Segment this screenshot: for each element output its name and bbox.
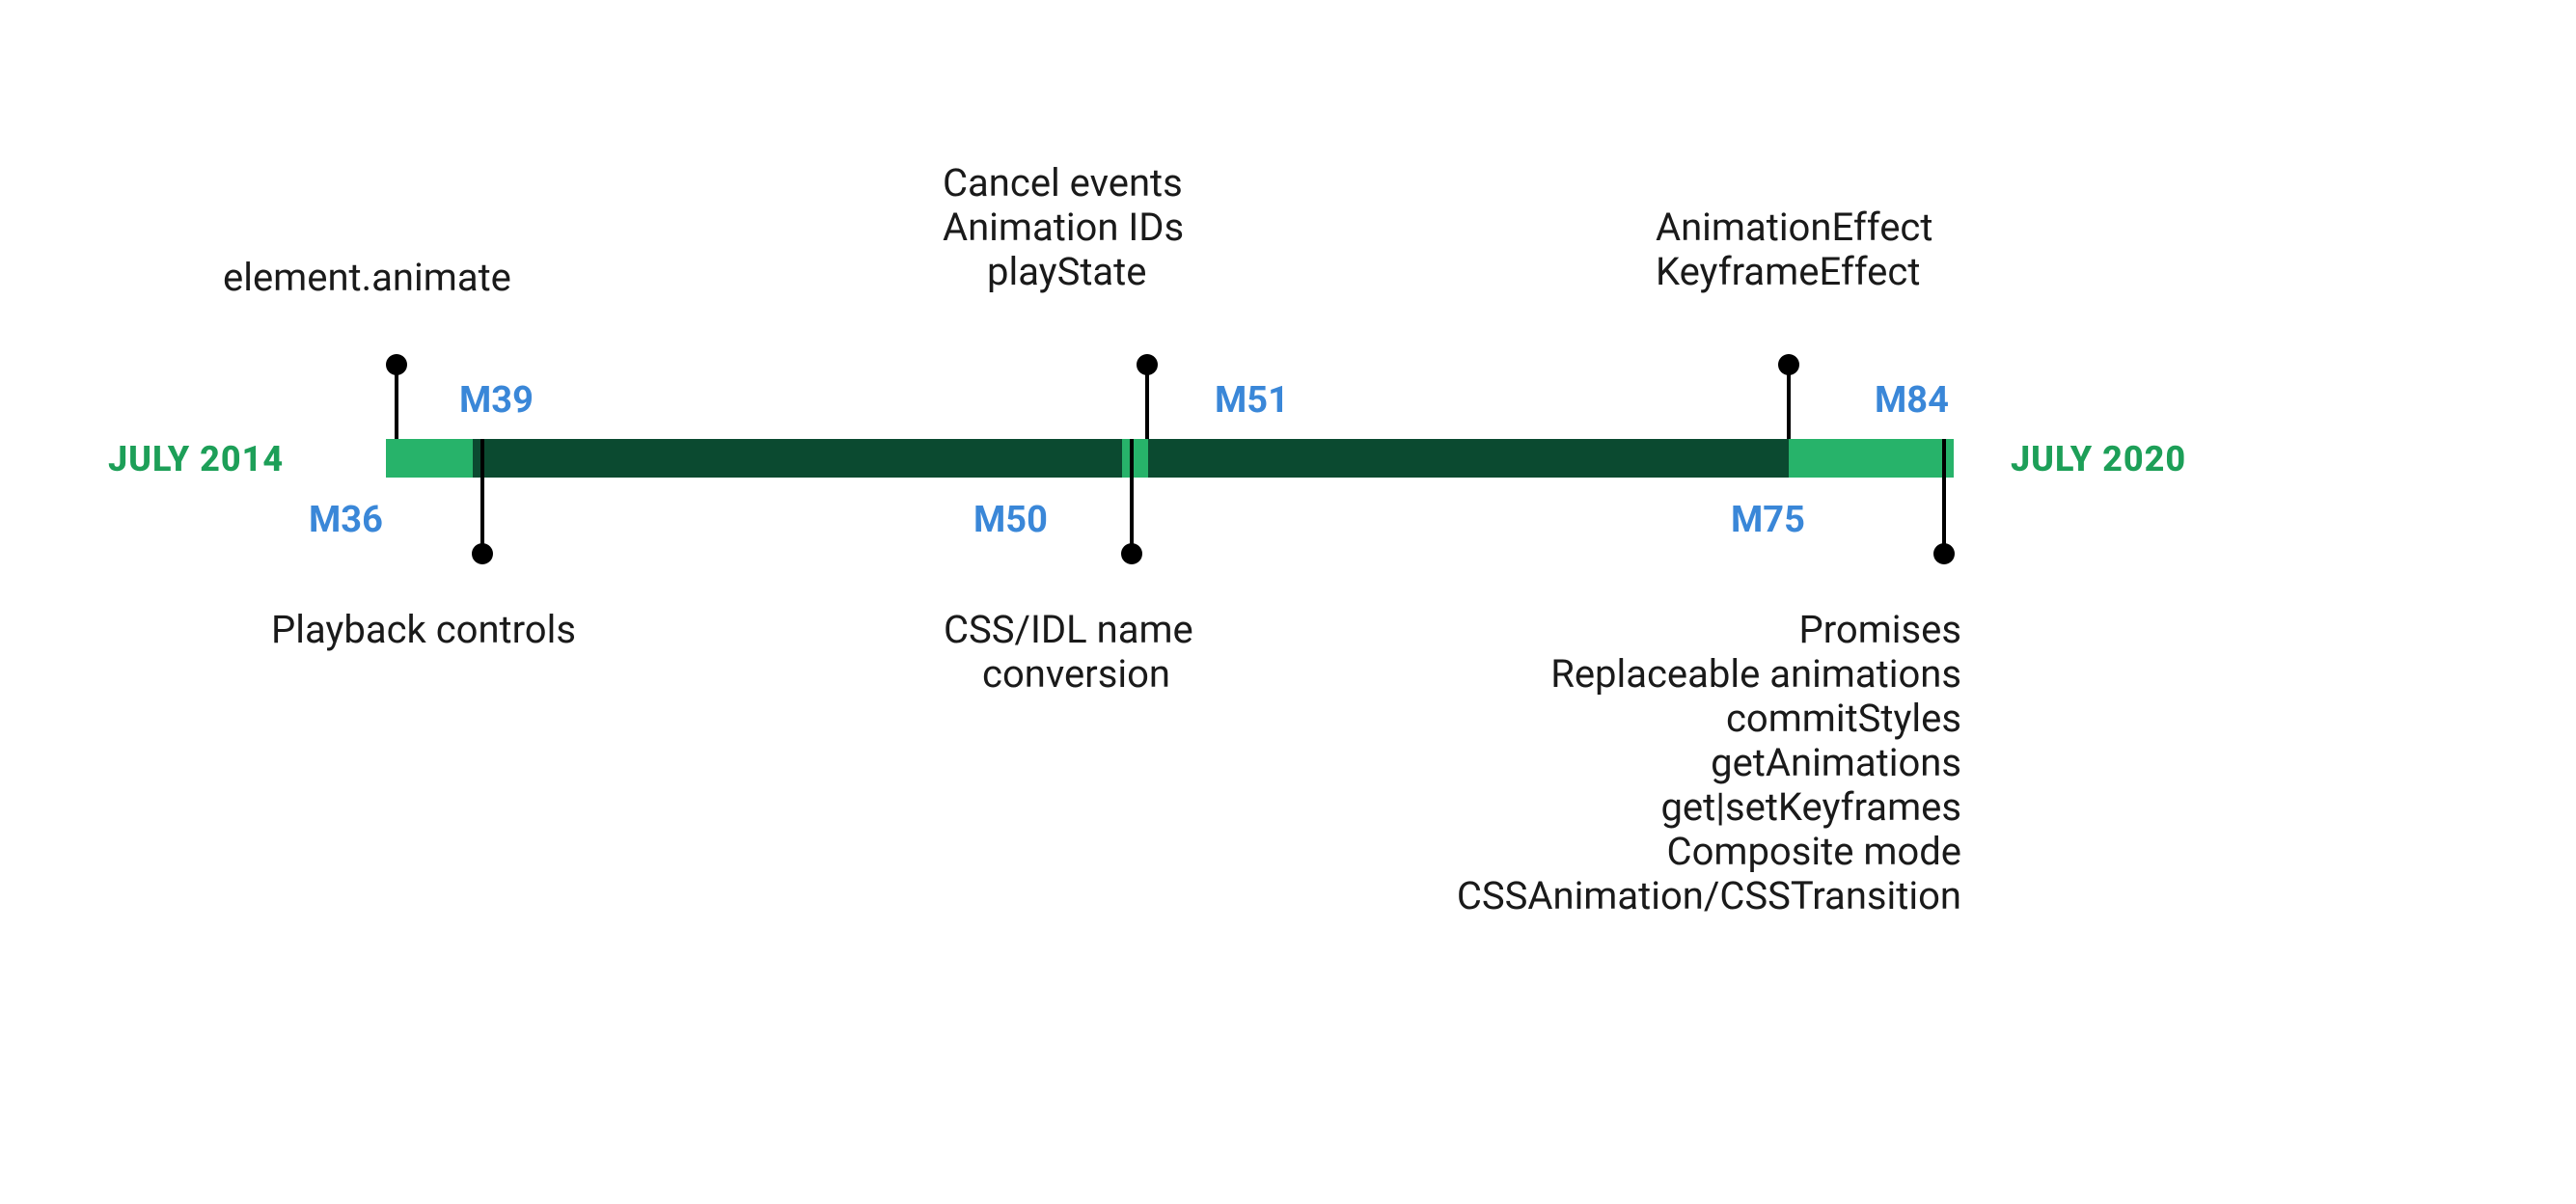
timeline-dot <box>1121 543 1142 564</box>
milestone-label-cssidl-1: CSS/IDL name <box>944 608 1193 652</box>
milestone-label-csstrans: CSSAnimation/CSSTransition <box>1457 874 1961 918</box>
version-m50: M50 <box>973 499 1048 541</box>
bar-segment <box>473 439 1122 478</box>
version-m36: M36 <box>309 499 383 541</box>
milestone-label-cssidl-2: conversion <box>982 652 1170 697</box>
milestone-label-animids: Animation IDs <box>943 205 1184 250</box>
timeline-dot <box>1137 354 1158 375</box>
version-m39: M39 <box>459 379 534 422</box>
milestone-label-animate: element.animate <box>223 256 511 300</box>
timeline-stem <box>480 439 484 553</box>
timeline-dot <box>472 543 493 564</box>
timeline-stem <box>1130 439 1134 553</box>
version-m84: M84 <box>1875 379 1949 422</box>
milestone-label-playstate: playState <box>987 250 1146 294</box>
bar-segment <box>1789 439 1954 478</box>
timeline-stem <box>1942 439 1946 553</box>
timeline-dot <box>386 354 407 375</box>
milestone-label-animeffect: AnimationEffect <box>1656 205 1932 250</box>
timeline-dot <box>1933 543 1955 564</box>
milestone-label-commit: commitStyles <box>1726 697 1961 741</box>
milestone-label-promises: Promises <box>1798 608 1961 652</box>
milestone-label-getanim: getAnimations <box>1711 741 1961 785</box>
start-date-label: JULY 2014 <box>108 439 284 479</box>
timeline-dot <box>1778 354 1799 375</box>
bar-segment <box>1148 439 1789 478</box>
version-m51: M51 <box>1215 379 1289 422</box>
milestone-label-replace: Replaceable animations <box>1550 652 1961 697</box>
bar-segment <box>1122 439 1148 478</box>
milestone-label-kfeffect: KeyframeEffect <box>1656 250 1920 294</box>
end-date-label: JULY 2020 <box>2011 439 2186 479</box>
milestone-label-cancel: Cancel events <box>943 161 1183 205</box>
milestone-label-composite: Composite mode <box>1667 830 1961 874</box>
milestone-label-playback: Playback controls <box>271 608 576 652</box>
timeline-diagram: JULY 2014 JULY 2020 element.animate M36 … <box>0 0 2576 1204</box>
version-m75: M75 <box>1731 499 1805 541</box>
milestone-label-getsetkf: get|setKeyframes <box>1660 785 1961 830</box>
